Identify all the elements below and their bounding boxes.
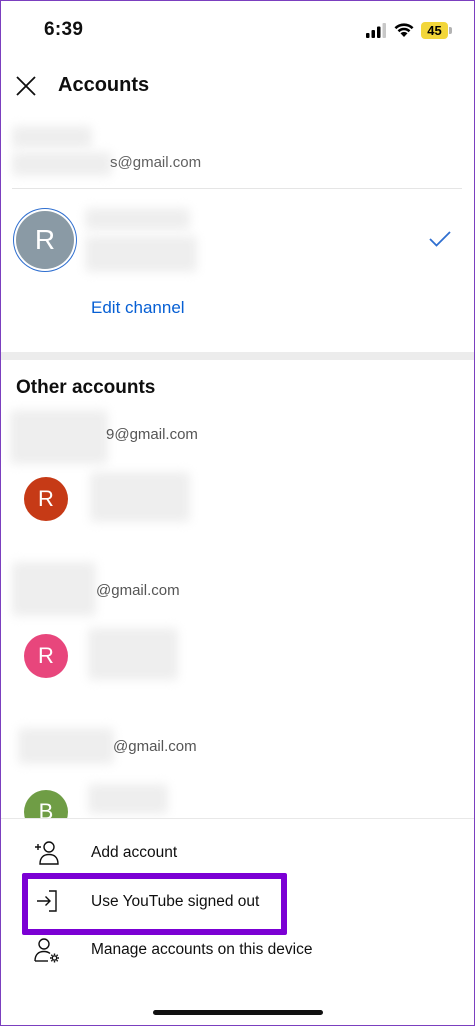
signal-icon bbox=[366, 23, 386, 38]
wifi-icon bbox=[394, 23, 414, 37]
blurred-channel-handle bbox=[85, 236, 197, 272]
blurred-email-prefix bbox=[10, 410, 108, 464]
blurred-account-name bbox=[88, 628, 178, 680]
other-accounts-title: Other accounts bbox=[16, 377, 156, 398]
edit-channel-link[interactable]: Edit channel bbox=[91, 298, 185, 318]
manage-accounts-label: Manage accounts on this device bbox=[91, 941, 313, 958]
add-account-label: Add account bbox=[91, 844, 178, 861]
account-email[interactable]: @gmail.com bbox=[96, 582, 180, 599]
blurred-email-prefix bbox=[18, 728, 114, 764]
blurred-name bbox=[12, 126, 92, 148]
home-indicator[interactable] bbox=[153, 1010, 323, 1015]
person-gear-icon bbox=[34, 938, 59, 963]
add-person-icon bbox=[35, 841, 59, 865]
account-avatar[interactable]: R bbox=[24, 634, 68, 678]
current-account-avatar[interactable]: R bbox=[16, 211, 74, 269]
blurred-email-prefix bbox=[12, 562, 96, 616]
checkmark-icon bbox=[429, 231, 451, 247]
section-divider bbox=[0, 352, 475, 360]
add-account-item[interactable] bbox=[0, 833, 475, 873]
account-email[interactable]: @gmail.com bbox=[113, 738, 197, 755]
blurred-email-prefix bbox=[12, 152, 112, 176]
battery-icon: 45 bbox=[421, 22, 448, 39]
highlight-box bbox=[22, 873, 287, 935]
account-email[interactable]: 9@gmail.com bbox=[106, 426, 198, 443]
status-time: 6:39 bbox=[44, 19, 84, 40]
divider bbox=[12, 188, 462, 189]
blurred-channel-name bbox=[85, 208, 190, 230]
page-title: Accounts bbox=[58, 74, 150, 96]
close-icon[interactable] bbox=[14, 74, 38, 98]
current-account-email: s@gmail.com bbox=[110, 154, 202, 171]
account-avatar[interactable]: R bbox=[24, 477, 68, 521]
blurred-account-name bbox=[90, 472, 190, 522]
battery-tip bbox=[449, 27, 452, 34]
blurred-account-name bbox=[88, 784, 168, 814]
